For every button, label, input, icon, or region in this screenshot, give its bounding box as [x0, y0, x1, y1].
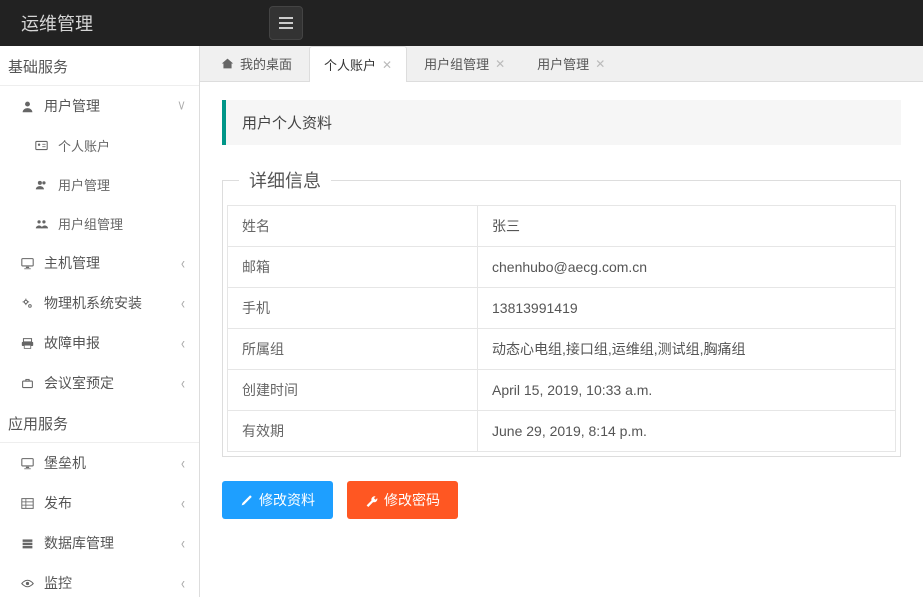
tab-label: 用户管理: [537, 54, 589, 73]
table-row: 创建时间April 15, 2019, 10:33 a.m.: [228, 370, 896, 411]
edit-profile-button[interactable]: 修改资料: [222, 481, 333, 519]
sidebar-item[interactable]: 发布‹: [0, 483, 199, 523]
sidebar: 基础服务用户管理˅个人账户用户管理用户组管理主机管理‹物理机系统安装‹故障申报‹…: [0, 46, 200, 597]
sidebar-item[interactable]: 物理机系统安装‹: [0, 283, 199, 323]
table-row: 邮箱chenhubo@aecg.com.cn: [228, 247, 896, 288]
eye-icon: [18, 577, 36, 590]
sidebar-item-label: 物理机系统安装: [44, 293, 181, 313]
user-icon: [18, 100, 36, 113]
tab-label: 我的桌面: [240, 54, 292, 73]
sidebar-item[interactable]: 主机管理‹: [0, 243, 199, 283]
topbar: 运维管理: [0, 0, 923, 46]
sidebar-item[interactable]: 用户管理˅: [0, 86, 199, 126]
id-card-icon: [32, 139, 50, 152]
sidebar-item-label: 数据库管理: [44, 533, 181, 553]
info-table: 姓名张三邮箱chenhubo@aecg.com.cn手机13813991419所…: [227, 205, 896, 452]
chevron-left-icon: ‹: [181, 493, 185, 513]
info-label: 创建时间: [228, 370, 478, 411]
sidebar-item[interactable]: 会议室预定‹: [0, 363, 199, 403]
info-value: chenhubo@aecg.com.cn: [478, 247, 896, 288]
sidebar-item[interactable]: 监控‹: [0, 563, 199, 597]
details-legend: 详细信息: [239, 167, 331, 193]
desktop-icon: [18, 257, 36, 270]
sidebar-section-title: 基础服务: [0, 46, 199, 86]
sidebar-item-label: 堡垒机: [44, 453, 181, 473]
pencil-icon: [240, 494, 253, 507]
chevron-down-icon: ˅: [178, 96, 185, 116]
briefcase-icon: [18, 377, 36, 390]
info-label: 所属组: [228, 329, 478, 370]
chevron-left-icon: ‹: [181, 533, 185, 553]
info-value: 动态心电组,接口组,运维组,测试组,胸痛组: [478, 329, 896, 370]
cogs-icon: [18, 297, 36, 310]
details-fieldset: 详细信息 姓名张三邮箱chenhubo@aecg.com.cn手机1381399…: [222, 167, 901, 457]
change-password-label: 修改密码: [384, 490, 440, 510]
db-icon: [18, 537, 36, 550]
tab-label: 用户组管理: [424, 54, 489, 73]
close-icon[interactable]: ✕: [495, 57, 505, 71]
chevron-left-icon: ‹: [181, 293, 185, 313]
hamburger-icon: [279, 17, 293, 29]
brand-title: 运维管理: [15, 10, 99, 36]
chevron-left-icon: ‹: [181, 573, 185, 593]
tab[interactable]: 用户组管理 ✕: [409, 46, 520, 81]
desktop-icon: [18, 457, 36, 470]
tab[interactable]: 个人账户 ✕: [309, 46, 407, 82]
info-value: 13813991419: [478, 288, 896, 329]
tab[interactable]: 用户管理 ✕: [522, 46, 620, 81]
close-icon[interactable]: ✕: [382, 58, 392, 72]
tab-bar: 我的桌面 个人账户 ✕ 用户组管理 ✕ 用户管理 ✕: [200, 46, 923, 82]
page-header: 用户个人资料: [222, 100, 901, 145]
info-value: June 29, 2019, 8:14 p.m.: [478, 411, 896, 452]
sidebar-item[interactable]: 数据库管理‹: [0, 523, 199, 563]
chevron-left-icon: ‹: [181, 253, 185, 273]
info-label: 有效期: [228, 411, 478, 452]
sidebar-item-label: 个人账户: [58, 136, 181, 155]
button-row: 修改资料 修改密码: [222, 481, 901, 519]
wrench-icon: [365, 494, 378, 507]
chevron-left-icon: ‹: [181, 453, 185, 473]
sidebar-subitem[interactable]: 用户组管理: [0, 204, 199, 243]
tab-label: 个人账户: [324, 55, 376, 74]
edit-profile-label: 修改资料: [259, 490, 315, 510]
info-value: April 15, 2019, 10:33 a.m.: [478, 370, 896, 411]
info-label: 手机: [228, 288, 478, 329]
group-icon: [32, 217, 50, 230]
tab[interactable]: 我的桌面: [206, 46, 307, 81]
sidebar-subitem[interactable]: 个人账户: [0, 126, 199, 165]
print-icon: [18, 337, 36, 350]
sidebar-item-label: 用户管理: [58, 175, 181, 194]
chevron-left-icon: ‹: [181, 373, 185, 393]
sidebar-item[interactable]: 堡垒机‹: [0, 443, 199, 483]
info-label: 姓名: [228, 206, 478, 247]
table-row: 有效期June 29, 2019, 8:14 p.m.: [228, 411, 896, 452]
sidebar-item-label: 故障申报: [44, 333, 181, 353]
home-icon: [221, 57, 234, 70]
table-row: 手机13813991419: [228, 288, 896, 329]
sidebar-item-label: 会议室预定: [44, 373, 181, 393]
table-row: 姓名张三: [228, 206, 896, 247]
menu-toggle-button[interactable]: [269, 6, 303, 40]
sidebar-item-label: 用户管理: [44, 96, 181, 116]
sidebar-subitem[interactable]: 用户管理: [0, 165, 199, 204]
sidebar-item-label: 主机管理: [44, 253, 181, 273]
change-password-button[interactable]: 修改密码: [347, 481, 458, 519]
info-label: 邮箱: [228, 247, 478, 288]
sidebar-section-title: 应用服务: [0, 403, 199, 443]
sidebar-item-label: 发布: [44, 493, 181, 513]
chevron-left-icon: ‹: [181, 333, 185, 353]
content-pane: 用户个人资料 详细信息 姓名张三邮箱chenhubo@aecg.com.cn手机…: [200, 82, 923, 597]
main-area: 我的桌面 个人账户 ✕ 用户组管理 ✕ 用户管理 ✕ 用户个人资料 详细信息 姓名张三邮箱c…: [200, 46, 923, 597]
users-icon: [32, 178, 50, 191]
close-icon[interactable]: ✕: [595, 57, 605, 71]
sidebar-item-label: 用户组管理: [58, 214, 181, 233]
table-icon: [18, 497, 36, 510]
table-row: 所属组动态心电组,接口组,运维组,测试组,胸痛组: [228, 329, 896, 370]
sidebar-item-label: 监控: [44, 573, 181, 593]
info-value: 张三: [478, 206, 896, 247]
sidebar-item[interactable]: 故障申报‹: [0, 323, 199, 363]
